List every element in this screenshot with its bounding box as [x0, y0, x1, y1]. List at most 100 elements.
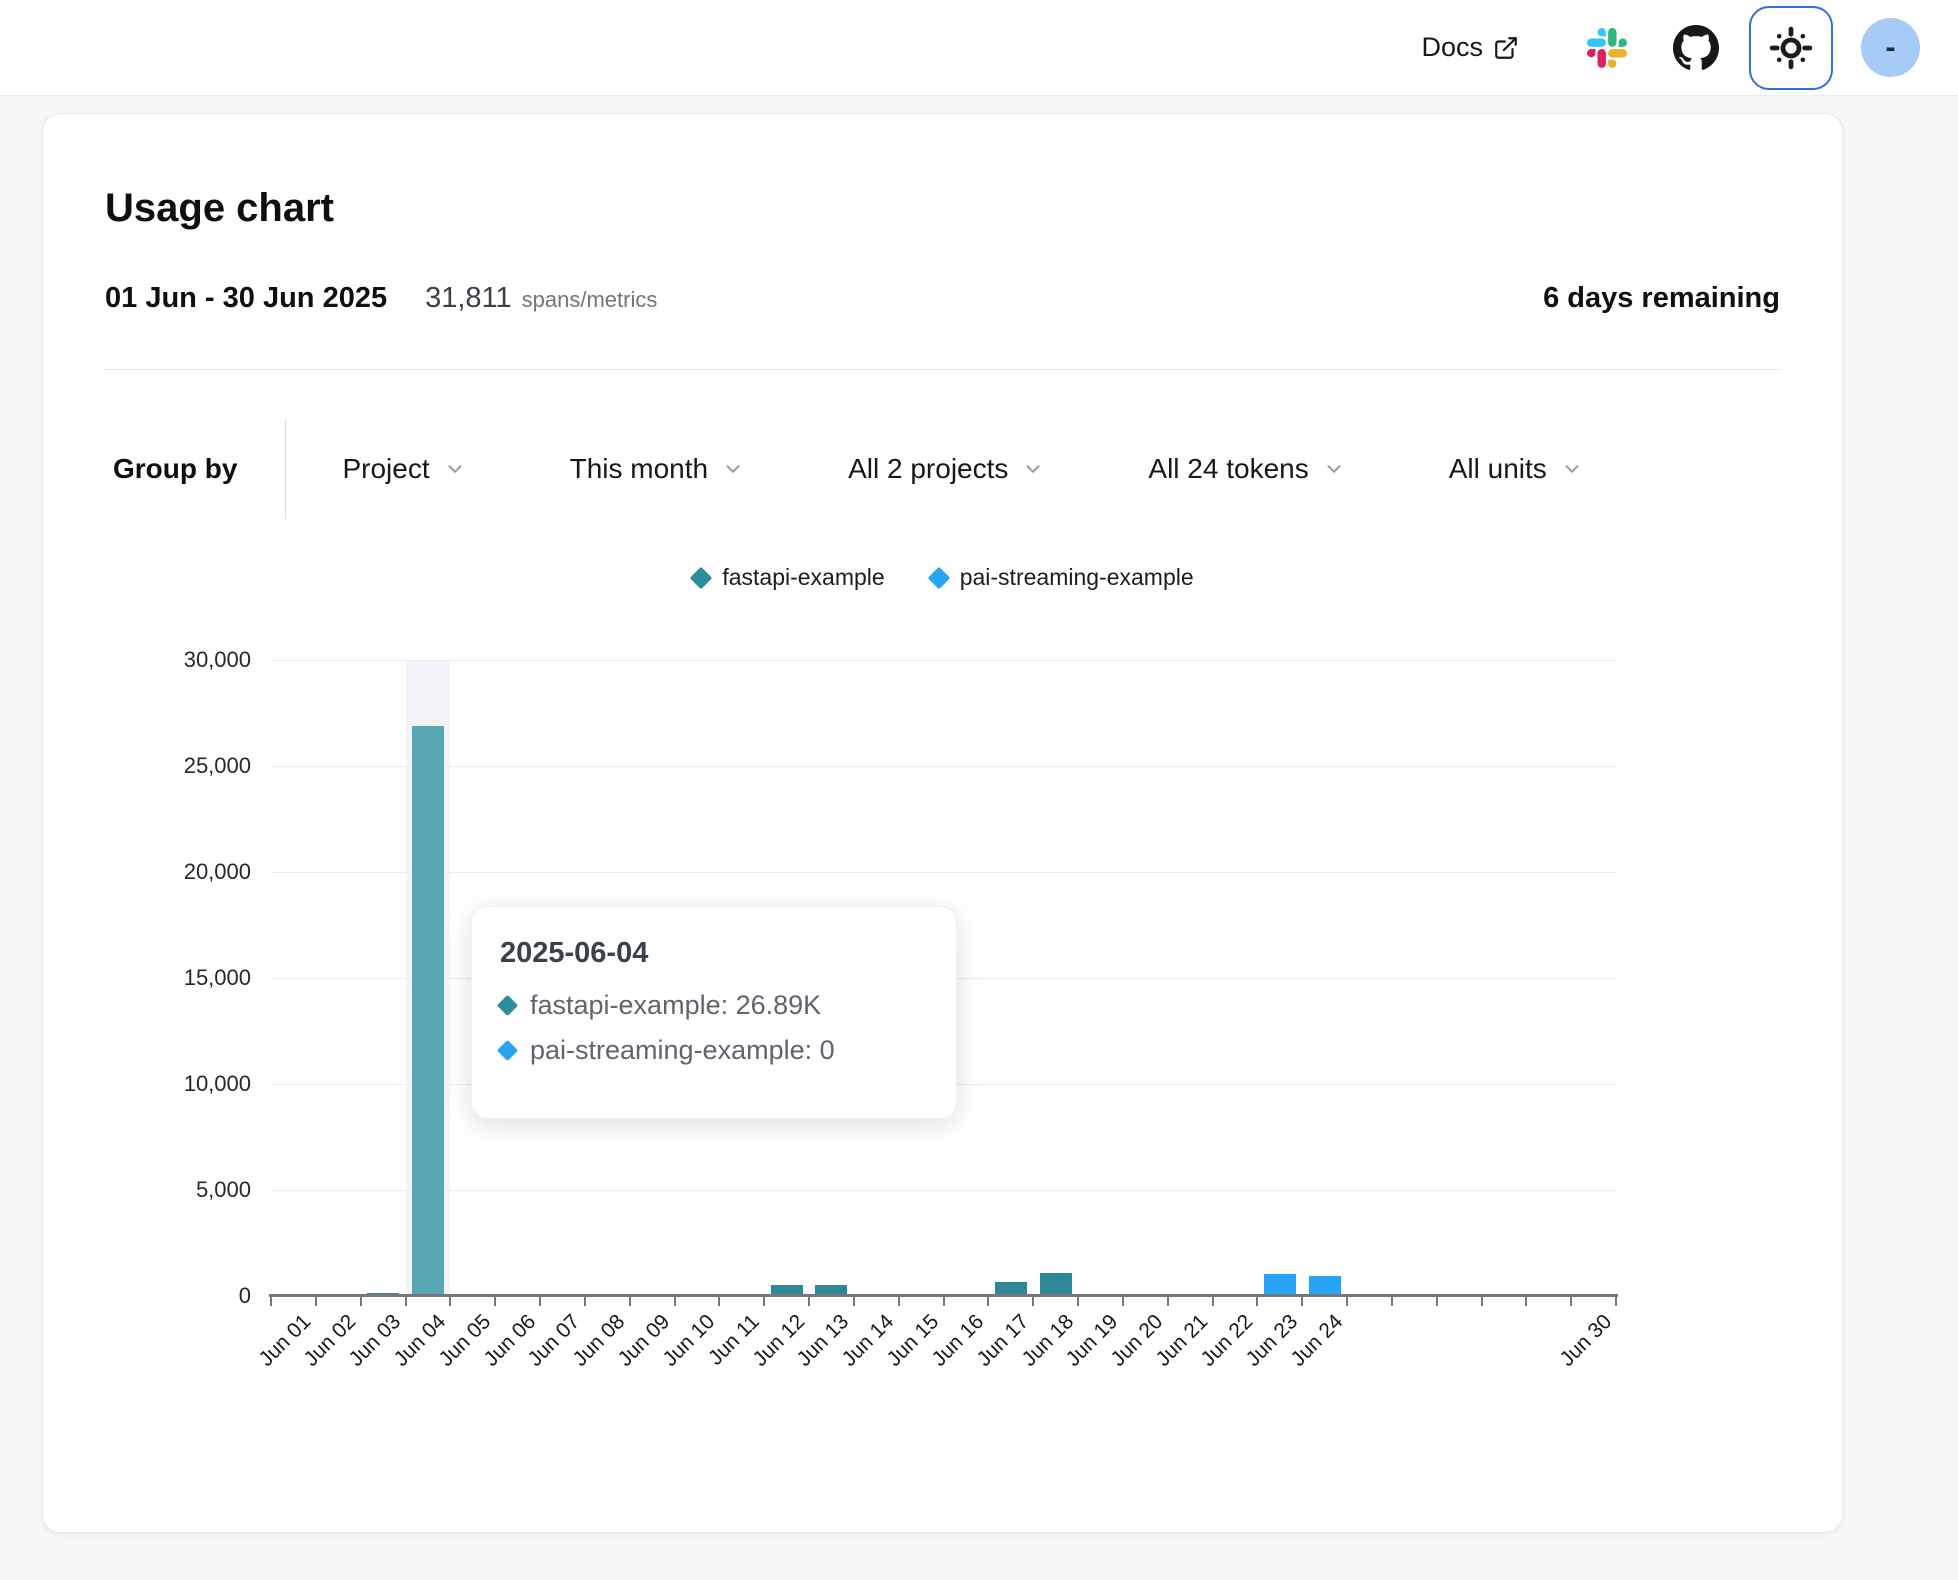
usage-card: Usage chart 01 Jun - 30 Jun 2025 31,811 …: [42, 113, 1843, 1533]
legend-diamond-icon: [690, 566, 713, 589]
topbar-actions: Docs: [1421, 6, 1920, 90]
y-axis-tick-label: 15,000: [184, 965, 251, 991]
x-axis-tick: [1481, 1297, 1483, 1306]
page-title: Usage chart: [105, 186, 334, 231]
github-icon: [1673, 25, 1719, 71]
x-axis-tick: [1301, 1297, 1303, 1306]
x-axis-tick: [763, 1297, 765, 1306]
x-axis-tick: [1167, 1297, 1169, 1306]
usage-unit: spans/metrics: [522, 287, 658, 313]
dropdown-label: Project: [342, 453, 429, 485]
dropdown-group-by-project[interactable]: Project: [342, 453, 465, 485]
dropdown-label: This month: [570, 453, 709, 485]
tooltip-row: pai-streaming-example: 0: [500, 1035, 928, 1066]
x-axis-tick: [1436, 1297, 1438, 1306]
dropdown-time-range[interactable]: This month: [570, 453, 745, 485]
topbar: Docs: [0, 0, 1958, 96]
chevron-down-icon: [1323, 458, 1345, 480]
y-axis-tick-label: 5,000: [196, 1177, 251, 1203]
x-axis-tick: [853, 1297, 855, 1306]
x-axis-tick: [1615, 1297, 1617, 1306]
dropdown-projects-filter[interactable]: All 2 projects: [848, 453, 1044, 485]
x-axis-tick: [270, 1297, 272, 1306]
slack-button[interactable]: [1587, 28, 1627, 68]
stats-row: 01 Jun - 30 Jun 2025 31,811 spans/metric…: [105, 282, 1780, 315]
y-axis-tick-label: 20,000: [184, 859, 251, 885]
y-axis-tick-label: 30,000: [184, 647, 251, 673]
legend-label: fastapi-example: [722, 564, 884, 591]
gridline: [271, 766, 1616, 767]
docs-link[interactable]: Docs: [1421, 32, 1519, 63]
chevron-down-icon: [1022, 458, 1044, 480]
legend-item-pai-streaming-example[interactable]: pai-streaming-example: [931, 564, 1194, 591]
legend-diamond-icon: [927, 566, 950, 589]
gridline: [271, 1190, 1616, 1191]
dropdown-label: All 24 tokens: [1148, 453, 1308, 485]
bar-pai-streaming-example-jun-23[interactable]: [1264, 1274, 1296, 1296]
group-by-label: Group by: [113, 453, 285, 485]
x-axis-tick: [539, 1297, 541, 1306]
x-axis-tick: [315, 1297, 317, 1306]
gridline: [271, 872, 1616, 873]
x-axis-tick: [629, 1297, 631, 1306]
docs-link-label: Docs: [1421, 32, 1483, 63]
y-axis-tick-label: 0: [239, 1283, 251, 1309]
y-axis-tick-label: 10,000: [184, 1071, 251, 1097]
x-axis-tick: [718, 1297, 720, 1306]
chart-tooltip: 2025-06-04 fastapi-example: 26.89K pai-s…: [471, 906, 957, 1119]
x-axis-tick: [1570, 1297, 1572, 1306]
x-axis-tick: [1122, 1297, 1124, 1306]
x-axis-tick: [405, 1297, 407, 1306]
dropdown-label: All units: [1449, 453, 1547, 485]
x-axis-tick: [1391, 1297, 1393, 1306]
gridline: [271, 660, 1616, 661]
days-remaining: 6 days remaining: [1543, 282, 1780, 315]
avatar[interactable]: -: [1861, 18, 1920, 77]
bar-fastapi-example-jun-18[interactable]: [1040, 1273, 1072, 1296]
legend-label: pai-streaming-example: [960, 564, 1194, 591]
bar-fastapi-example-jun-04[interactable]: [412, 726, 444, 1296]
x-axis-tick: [449, 1297, 451, 1306]
x-axis-tick: [1525, 1297, 1527, 1306]
x-axis-tick: [360, 1297, 362, 1306]
dropdown-units-filter[interactable]: All units: [1449, 453, 1583, 485]
vertical-divider: [285, 419, 286, 519]
theme-toggle-button[interactable]: [1749, 6, 1833, 90]
tooltip-diamond-icon: [497, 995, 518, 1016]
tooltip-row: fastapi-example: 26.89K: [500, 990, 928, 1021]
date-range: 01 Jun - 30 Jun 2025: [105, 282, 387, 315]
x-axis-tick: [987, 1297, 989, 1306]
filter-row: Group by Project This month All 2 projec…: [113, 419, 1780, 519]
avatar-label: -: [1886, 31, 1896, 65]
x-axis-tick-label-text: Jun 30: [1555, 1310, 1617, 1372]
chevron-down-icon: [444, 458, 466, 480]
x-axis-tick: [943, 1297, 945, 1306]
external-link-icon: [1493, 35, 1519, 61]
x-axis-tick: [494, 1297, 496, 1306]
sun-icon: [1767, 24, 1815, 72]
chevron-down-icon: [722, 458, 744, 480]
y-axis-tick-label: 25,000: [184, 753, 251, 779]
x-axis-tick: [898, 1297, 900, 1306]
tooltip-diamond-icon: [497, 1040, 518, 1061]
x-axis-tick: [674, 1297, 676, 1306]
github-button[interactable]: [1673, 25, 1719, 71]
tooltip-row-text: fastapi-example: 26.89K: [530, 990, 821, 1021]
dropdown-tokens-filter[interactable]: All 24 tokens: [1148, 453, 1344, 485]
screen: Docs: [0, 0, 1958, 1580]
dropdown-label: All 2 projects: [848, 453, 1008, 485]
bar-pai-streaming-example-jun-24[interactable]: [1309, 1276, 1341, 1296]
tooltip-row-text: pai-streaming-example: 0: [530, 1035, 835, 1066]
legend-item-fastapi-example[interactable]: fastapi-example: [693, 564, 884, 591]
chart-legend: fastapi-example pai-streaming-example: [271, 564, 1616, 591]
chevron-down-icon: [1561, 458, 1583, 480]
slack-icon: [1587, 28, 1627, 68]
x-axis-tick: [1212, 1297, 1214, 1306]
x-axis-tick: [1077, 1297, 1079, 1306]
x-axis-tick: [584, 1297, 586, 1306]
tooltip-date: 2025-06-04: [500, 937, 928, 970]
usage-count: 31,811: [425, 282, 512, 315]
x-axis-tick: [1032, 1297, 1034, 1306]
x-axis-tick: [1346, 1297, 1348, 1306]
divider: [105, 369, 1780, 370]
